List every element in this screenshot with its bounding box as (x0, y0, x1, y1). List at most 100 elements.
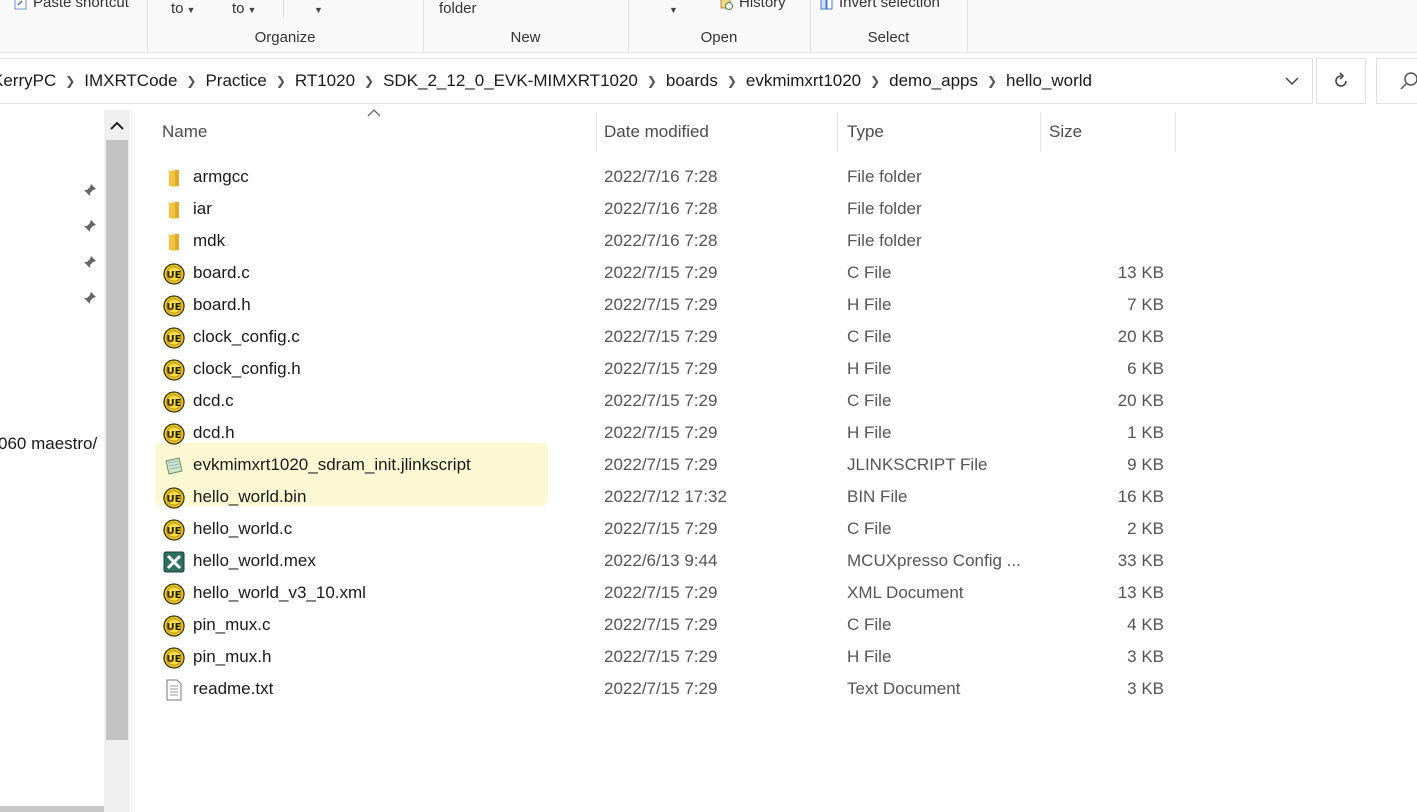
history-icon (720, 0, 733, 10)
open-dropdown-button[interactable]: ▼ (666, 0, 678, 17)
move-to-button[interactable]: to ▼ (171, 0, 195, 17)
column-header-name[interactable]: Name (162, 110, 594, 154)
column-divider[interactable] (1175, 112, 1176, 152)
pin-icon[interactable] (82, 254, 98, 270)
svg-text:UE: UE (167, 366, 182, 377)
breadcrumb-chevron-icon[interactable]: ❯ (638, 74, 666, 88)
file-size: 7 KB (1127, 295, 1164, 314)
file-name: hello_world_v3_10.xml (193, 583, 366, 602)
file-row[interactable]: UE dcd.h 2022/7/15 7:29 H File 1 KB (155, 418, 1175, 450)
pin-icon[interactable] (82, 290, 98, 306)
file-row[interactable]: UE board.h 2022/7/15 7:29 H File 7 KB (155, 290, 1175, 322)
breadcrumb-chevron-icon[interactable]: ❯ (177, 74, 205, 88)
breadcrumb-chevron-icon[interactable]: ❯ (978, 74, 1006, 88)
breadcrumb-chevron-icon[interactable]: ❯ (718, 74, 746, 88)
file-date: 2022/7/15 7:29 (604, 423, 718, 442)
navigation-pane[interactable]: 060 maestro/ (0, 110, 104, 812)
file-size: 2 KB (1127, 519, 1164, 538)
new-folder-button[interactable]: folder (439, 0, 477, 17)
file-row[interactable]: evkmimxrt1020_sdram_init.jlinkscript 2022… (155, 450, 1175, 482)
address-bar[interactable]: KerryPC❯IMXRTCode❯Practice❯RT1020❯SDK_2_… (0, 58, 1313, 104)
file-name: board.h (193, 295, 251, 314)
chevron-down-icon: ▼ (247, 5, 257, 15)
breadcrumb-chevron-icon[interactable]: ❯ (56, 74, 84, 88)
column-divider[interactable] (837, 112, 838, 152)
ultraedit-file-icon: UE (163, 327, 185, 349)
svg-text:UE: UE (167, 622, 182, 633)
file-row[interactable]: UE pin_mux.c 2022/7/15 7:29 C File 4 KB (155, 610, 1175, 642)
column-header-date[interactable]: Date modified (604, 110, 834, 154)
file-row[interactable]: UE clock_config.c 2022/7/15 7:29 C File 20 K… (155, 322, 1175, 354)
breadcrumb-item[interactable]: RT1020 (295, 71, 355, 91)
file-row[interactable]: iar 2022/7/16 7:28 File folder (155, 194, 1175, 226)
breadcrumb-chevron-icon[interactable]: ❯ (355, 74, 383, 88)
refresh-button[interactable] (1316, 58, 1366, 104)
breadcrumb-item[interactable]: hello_world (1006, 71, 1092, 91)
scrollbar-thumb[interactable] (106, 140, 128, 740)
address-history-button[interactable] (1272, 59, 1312, 103)
file-date: 2022/7/15 7:29 (604, 647, 718, 666)
search-box[interactable] (1376, 58, 1417, 104)
breadcrumb-item[interactable]: SDK_2_12_0_EVK-MIMXRT1020 (383, 71, 638, 91)
file-type: C File (847, 519, 892, 538)
file-date: 2022/7/15 7:29 (604, 679, 718, 698)
file-name: hello_world.c (193, 519, 293, 538)
file-row[interactable]: readme.txt 2022/7/15 7:29 Text Document 3 K… (155, 674, 1175, 706)
file-row[interactable]: UE hello_world_v3_10.xml 2022/7/15 7:29 XML… (155, 578, 1175, 610)
column-divider[interactable] (596, 112, 597, 152)
invert-selection-button[interactable]: Invert selection (820, 0, 940, 11)
file-row[interactable]: UE pin_mux.h 2022/7/15 7:29 H File 3 KB (155, 642, 1175, 674)
column-divider[interactable] (1040, 112, 1041, 152)
select-group-label: Select (867, 29, 910, 46)
file-date: 2022/7/16 7:28 (604, 199, 718, 218)
breadcrumb-item[interactable]: IMXRTCode (84, 71, 177, 91)
pin-icon[interactable] (82, 218, 98, 234)
file-row[interactable]: UE dcd.c 2022/7/15 7:29 C File 20 KB (155, 386, 1175, 418)
breadcrumb-item[interactable]: boards (666, 71, 718, 91)
breadcrumb-chevron-icon[interactable]: ❯ (267, 74, 295, 88)
ribbon-group-clipboard: Paste shortcut (0, 0, 148, 52)
file-name: mdk (193, 231, 226, 250)
column-header-size-label: Size (1049, 122, 1083, 141)
file-row[interactable]: mdk 2022/7/16 7:28 File folder (155, 226, 1175, 258)
ultraedit-file-icon: UE (163, 263, 185, 285)
file-row[interactable]: UE hello_world.bin 2022/7/12 17:32 BIN File… (155, 482, 1175, 514)
file-row[interactable]: hello_world.mex 2022/6/13 9:44 MCUXpresso … (155, 546, 1175, 578)
breadcrumb: KerryPC❯IMXRTCode❯Practice❯RT1020❯SDK_2_… (0, 59, 1092, 103)
file-type: C File (847, 327, 892, 346)
history-label: History (739, 0, 786, 11)
paste-shortcut-button[interactable]: Paste shortcut (14, 0, 129, 11)
file-size: 13 KB (1117, 263, 1164, 282)
file-name: hello_world.bin (193, 487, 307, 506)
scroll-up-button[interactable] (104, 110, 130, 140)
ribbon-group-organize: to ▼ to ▼ ▼ Organize (147, 0, 424, 52)
breadcrumb-item[interactable]: KerryPC (0, 71, 56, 91)
breadcrumb-item[interactable]: Practice (205, 71, 266, 91)
file-row[interactable]: UE hello_world.c 2022/7/15 7:29 C File 2 KB (155, 514, 1175, 546)
column-header-size[interactable]: Size (1049, 110, 1173, 154)
delete-dropdown-button[interactable]: ▼ (311, 0, 323, 17)
file-row[interactable]: armgcc 2022/7/16 7:28 File folder (155, 162, 1175, 194)
file-size: 9 KB (1127, 455, 1164, 474)
file-size: 33 KB (1117, 551, 1164, 570)
breadcrumb-item[interactable]: demo_apps (889, 71, 978, 91)
file-name: board.c (193, 263, 250, 282)
pane-divider[interactable] (131, 110, 132, 812)
file-size: 20 KB (1117, 391, 1164, 410)
file-row[interactable]: UE clock_config.h 2022/7/15 7:29 H File 6 KB (155, 354, 1175, 386)
breadcrumb-chevron-icon[interactable]: ❯ (861, 74, 889, 88)
file-size: 4 KB (1127, 615, 1164, 634)
column-header-type[interactable]: Type (847, 110, 1037, 154)
nav-item-maestro[interactable]: 060 maestro/ (0, 434, 97, 454)
file-type: H File (847, 359, 892, 378)
history-button[interactable]: History (720, 0, 786, 11)
file-row[interactable]: UE board.c 2022/7/15 7:29 C File 13 KB (155, 258, 1175, 290)
chevron-down-icon: ▼ (314, 5, 323, 15)
chevron-down-icon: ▼ (186, 5, 196, 15)
breadcrumb-item[interactable]: evkmimxrt1020 (746, 71, 861, 91)
horizontal-scrollbar-thumb[interactable] (0, 806, 104, 812)
paste-shortcut-icon (14, 0, 27, 10)
nav-vertical-scrollbar[interactable] (104, 110, 130, 812)
copy-to-button[interactable]: to ▼ (232, 0, 256, 17)
pin-icon[interactable] (82, 182, 98, 198)
